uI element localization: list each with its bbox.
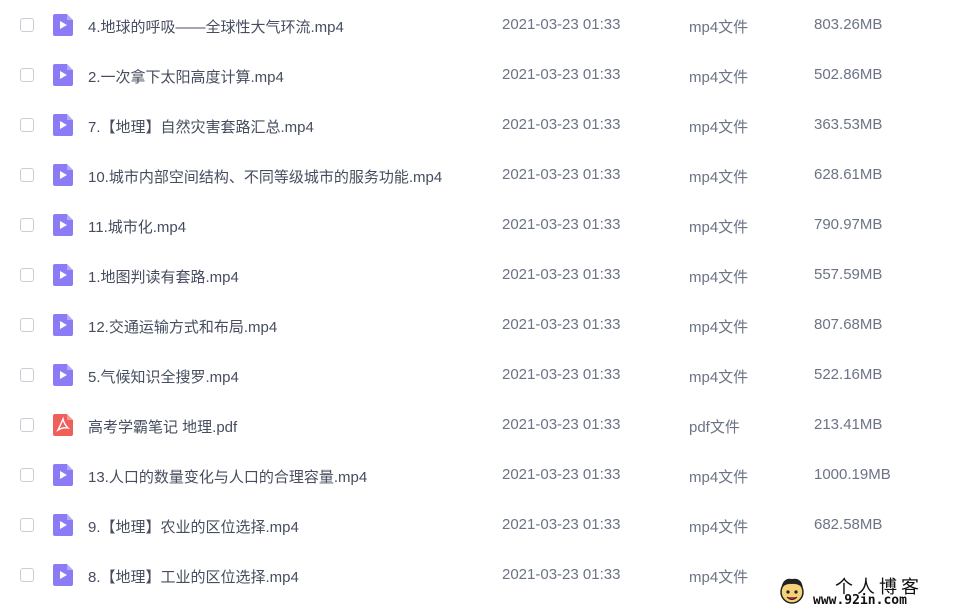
file-type: mp4文件 bbox=[689, 219, 749, 236]
file-type: mp4文件 bbox=[689, 269, 749, 286]
file-date: 2021-03-23 01:33 bbox=[502, 416, 621, 433]
file-size: 628.61MB bbox=[814, 166, 883, 183]
file-row[interactable]: 11.城市化.mp4 2021-03-23 01:33 mp4文件 790.97MB bbox=[0, 200, 971, 250]
file-size: 682.58MB bbox=[814, 516, 883, 533]
video-file-icon bbox=[53, 514, 73, 536]
file-row[interactable]: 2.一次拿下太阳高度计算.mp4 2021-03-23 01:33 mp4文件 502… bbox=[0, 50, 971, 100]
file-name[interactable]: 4.地球的呼吸——全球性大气环流.mp4 bbox=[88, 16, 344, 37]
row-checkbox[interactable] bbox=[20, 468, 34, 482]
video-file-icon bbox=[53, 114, 73, 136]
file-name[interactable]: 高考学霸笔记 地理.pdf bbox=[88, 416, 237, 437]
file-size: 522.16MB bbox=[814, 366, 883, 383]
file-size: 807.68MB bbox=[814, 316, 883, 333]
file-date: 2021-03-23 01:33 bbox=[502, 166, 621, 183]
pdf-file-icon bbox=[53, 414, 73, 436]
row-checkbox[interactable] bbox=[20, 68, 34, 82]
file-row[interactable]: 1.地图判读有套路.mp4 2021-03-23 01:33 mp4文件 557.59… bbox=[0, 250, 971, 300]
watermark-url: www.92in.com bbox=[813, 593, 907, 608]
file-type: mp4文件 bbox=[689, 119, 749, 136]
file-type: mp4文件 bbox=[689, 19, 749, 36]
row-checkbox[interactable] bbox=[20, 118, 34, 132]
file-date: 2021-03-23 01:33 bbox=[502, 16, 621, 33]
row-checkbox[interactable] bbox=[20, 368, 34, 382]
file-list: 4.地球的呼吸——全球性大气环流.mp4 2021-03-23 01:33 mp4文… bbox=[0, 0, 971, 600]
row-checkbox[interactable] bbox=[20, 318, 34, 332]
file-date: 2021-03-23 01:33 bbox=[502, 66, 621, 83]
file-row[interactable]: 12.交通运输方式和布局.mp4 2021-03-23 01:33 mp4文件 807… bbox=[0, 300, 971, 350]
file-name[interactable]: 7.【地理】自然灾害套路汇总.mp4 bbox=[88, 116, 314, 137]
row-checkbox[interactable] bbox=[20, 168, 34, 182]
row-checkbox[interactable] bbox=[20, 218, 34, 232]
file-row[interactable]: 10.城市内部空间结构、不同等级城市的服务功能.mp4 2021-03-23 01… bbox=[0, 150, 971, 200]
video-file-icon bbox=[53, 364, 73, 386]
file-size: 213.41MB bbox=[814, 416, 883, 433]
file-name[interactable]: 11.城市化.mp4 bbox=[88, 216, 186, 237]
file-row[interactable]: 5.气候知识全搜罗.mp4 2021-03-23 01:33 mp4文件 522.16… bbox=[0, 350, 971, 400]
file-size: 1000.19MB bbox=[814, 466, 891, 483]
file-row[interactable]: 9.【地理】农业的区位选择.mp4 2021-03-23 01:33 mp4文件 68… bbox=[0, 500, 971, 550]
file-name[interactable]: 1.地图判读有套路.mp4 bbox=[88, 266, 239, 287]
row-checkbox[interactable] bbox=[20, 518, 34, 532]
video-file-icon bbox=[53, 564, 73, 586]
file-type: mp4文件 bbox=[689, 169, 749, 186]
video-file-icon bbox=[53, 314, 73, 336]
file-row[interactable]: 7.【地理】自然灾害套路汇总.mp4 2021-03-23 01:33 mp4文件 3… bbox=[0, 100, 971, 150]
file-name[interactable]: 9.【地理】农业的区位选择.mp4 bbox=[88, 516, 299, 537]
file-size: 363.53MB bbox=[814, 116, 883, 133]
file-date: 2021-03-23 01:33 bbox=[502, 116, 621, 133]
file-name[interactable]: 2.一次拿下太阳高度计算.mp4 bbox=[88, 66, 284, 87]
row-checkbox[interactable] bbox=[20, 418, 34, 432]
file-date: 2021-03-23 01:33 bbox=[502, 316, 621, 333]
video-file-icon bbox=[53, 464, 73, 486]
file-type: mp4文件 bbox=[689, 469, 749, 486]
file-row[interactable]: 4.地球的呼吸——全球性大气环流.mp4 2021-03-23 01:33 mp4文… bbox=[0, 0, 971, 50]
video-file-icon bbox=[53, 214, 73, 236]
row-checkbox[interactable] bbox=[20, 268, 34, 282]
file-type: mp4文件 bbox=[689, 69, 749, 86]
video-file-icon bbox=[53, 64, 73, 86]
file-date: 2021-03-23 01:33 bbox=[502, 266, 621, 283]
row-checkbox[interactable] bbox=[20, 18, 34, 32]
row-checkbox[interactable] bbox=[20, 568, 34, 582]
file-name[interactable]: 10.城市内部空间结构、不同等级城市的服务功能.mp4 bbox=[88, 166, 442, 187]
file-size: 790.97MB bbox=[814, 216, 883, 233]
cartoon-face-icon bbox=[777, 575, 807, 607]
file-type: mp4文件 bbox=[689, 569, 749, 586]
file-name[interactable]: 12.交通运输方式和布局.mp4 bbox=[88, 316, 277, 337]
file-row[interactable]: 高考学霸笔记 地理.pdf 2021-03-23 01:33 pdf文件 213.41… bbox=[0, 400, 971, 450]
file-size: 502.86MB bbox=[814, 66, 883, 83]
file-size: 557.59MB bbox=[814, 266, 883, 283]
file-size: 803.26MB bbox=[814, 16, 883, 33]
video-file-icon bbox=[53, 14, 73, 36]
file-type: mp4文件 bbox=[689, 319, 749, 336]
file-date: 2021-03-23 01:33 bbox=[502, 366, 621, 383]
file-date: 2021-03-23 01:33 bbox=[502, 466, 621, 483]
file-type: pdf文件 bbox=[689, 419, 740, 436]
file-type: mp4文件 bbox=[689, 519, 749, 536]
file-row[interactable]: 13.人口的数量变化与人口的合理容量.mp4 2021-03-23 01:33 mp… bbox=[0, 450, 971, 500]
video-file-icon bbox=[53, 164, 73, 186]
file-date: 2021-03-23 01:33 bbox=[502, 566, 621, 583]
file-date: 2021-03-23 01:33 bbox=[502, 516, 621, 533]
file-name[interactable]: 5.气候知识全搜罗.mp4 bbox=[88, 366, 239, 387]
file-date: 2021-03-23 01:33 bbox=[502, 216, 621, 233]
watermark: 个人博客 www.92in.com bbox=[775, 573, 965, 609]
file-name[interactable]: 13.人口的数量变化与人口的合理容量.mp4 bbox=[88, 466, 367, 487]
video-file-icon bbox=[53, 264, 73, 286]
file-name[interactable]: 8.【地理】工业的区位选择.mp4 bbox=[88, 566, 299, 587]
file-type: mp4文件 bbox=[689, 369, 749, 386]
